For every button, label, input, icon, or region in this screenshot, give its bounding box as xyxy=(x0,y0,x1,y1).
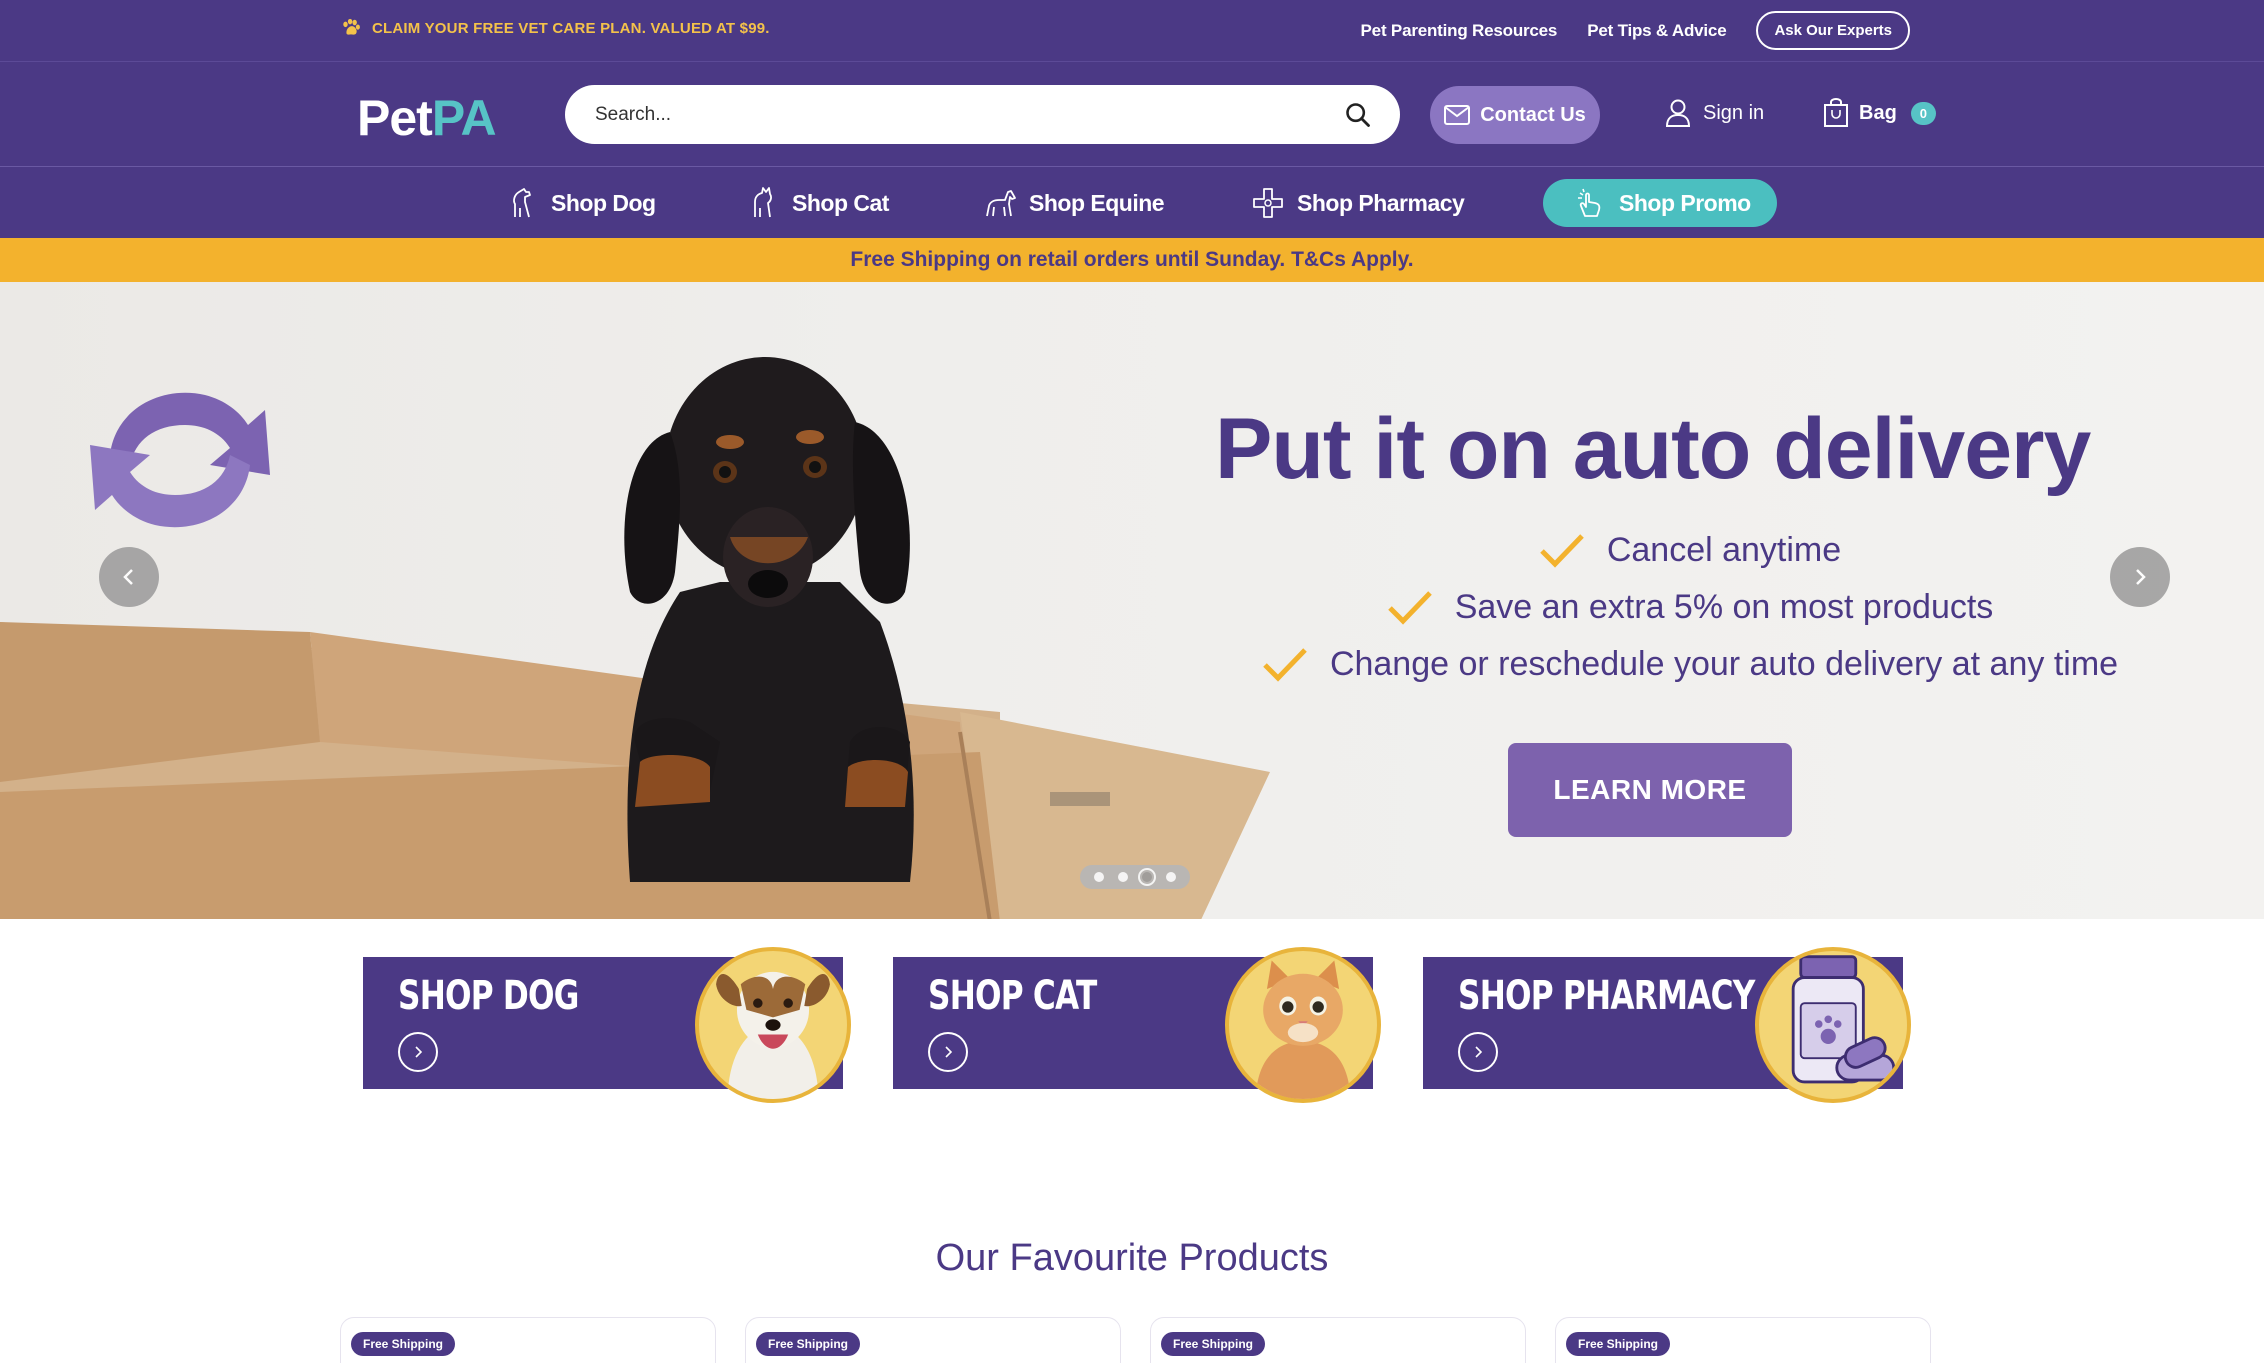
free-shipping-strip[interactable]: Free Shipping on retail orders until Sun… xyxy=(0,238,2264,282)
sign-in-link[interactable]: Sign in xyxy=(1665,98,1764,128)
nav-shop-equine[interactable]: Shop Equine xyxy=(983,179,1165,227)
hero-benefits-list: Cancel anytime Save an extra 5% on most … xyxy=(1230,522,2150,693)
nav-shop-cat-label: Shop Cat xyxy=(792,189,889,216)
cat-icon xyxy=(754,187,772,218)
ask-our-experts-button[interactable]: Ask Our Experts xyxy=(1756,11,1910,50)
carousel-pagination xyxy=(1080,865,1190,889)
orange-kitten-image xyxy=(1255,960,1351,1099)
pet-tips-advice-link[interactable]: Pet Tips & Advice xyxy=(1587,21,1726,41)
dog-photo xyxy=(695,947,851,1103)
shopping-bag-icon xyxy=(1824,98,1848,127)
petpa-logo[interactable]: Pet PA xyxy=(357,89,497,147)
free-shipping-badge: Free Shipping xyxy=(1566,1332,1671,1356)
vet-care-claim-text: CLAIM YOUR FREE VET CARE PLAN. VALUED AT… xyxy=(372,19,770,37)
tap-hand-icon xyxy=(1578,188,1601,217)
pharmacy-cross-icon xyxy=(1253,188,1283,218)
checkmark-icon xyxy=(1387,590,1432,625)
search-icon[interactable] xyxy=(1344,101,1372,129)
benefit-item: Cancel anytime xyxy=(1230,522,2150,579)
shop-pharmacy-card[interactable]: SHOP PHARMACY xyxy=(1423,947,1911,1103)
jack-russell-image xyxy=(716,971,830,1099)
free-shipping-badge: Free Shipping xyxy=(1161,1332,1266,1356)
shop-dog-arrow-button[interactable] xyxy=(398,1032,438,1072)
contact-us-button[interactable]: Contact Us xyxy=(1430,86,1600,144)
horse-icon xyxy=(986,190,1016,217)
cat-photo xyxy=(1225,947,1381,1103)
hero-carousel: Put it on auto delivery Cancel anytime S… xyxy=(0,282,2264,919)
learn-more-button[interactable]: LEARN MORE xyxy=(1508,743,1792,837)
bag-count-badge: 0 xyxy=(1910,101,1937,125)
shop-pharmacy-arrow-button[interactable] xyxy=(1458,1032,1498,1072)
auto-delivery-refresh-icon xyxy=(90,392,270,528)
favourite-products-heading: Our Favourite Products xyxy=(935,1237,1329,1279)
bag-button[interactable]: Bag 0 xyxy=(1823,98,1937,128)
pet-medicine-bottle-image xyxy=(1791,955,1896,1084)
search-bar xyxy=(565,85,1400,144)
shop-cat-card[interactable]: SHOP CAT xyxy=(893,947,1381,1103)
carousel-dot-active[interactable] xyxy=(1138,868,1156,886)
nav-shop-cat[interactable]: Shop Cat xyxy=(746,179,889,227)
benefit-text: Cancel anytime xyxy=(1606,531,1842,569)
contact-us-label: Contact Us xyxy=(1480,103,1586,126)
announcement-bar: CLAIM YOUR FREE VET CARE PLAN. VALUED AT… xyxy=(0,0,2264,62)
nav-shop-dog[interactable]: Shop Dog xyxy=(505,179,656,227)
chevron-right-icon xyxy=(415,1046,423,1058)
sign-in-label: Sign in xyxy=(1703,101,1765,124)
product-card[interactable]: Free Shipping xyxy=(340,1317,716,1363)
site-header: PetPA Contact Us Sign in Bag 0 xyxy=(0,62,2264,167)
paw-icon xyxy=(343,18,360,35)
benefit-item: Save an extra 5% on most products xyxy=(1230,579,2150,636)
carousel-prev-button[interactable] xyxy=(99,547,159,607)
logo-pa-text: PA xyxy=(431,90,497,146)
free-shipping-badge: Free Shipping xyxy=(756,1332,861,1356)
nav-shop-pharmacy[interactable]: Shop Pharmacy xyxy=(1251,179,1465,227)
medicine-bottle-icon xyxy=(1755,947,1911,1103)
product-card[interactable]: Free Shipping xyxy=(745,1317,1121,1363)
carousel-next-button[interactable] xyxy=(2110,547,2170,607)
chevron-left-icon xyxy=(123,569,133,585)
free-shipping-badge: Free Shipping xyxy=(351,1332,456,1356)
checkmark-icon xyxy=(1263,647,1307,682)
nav-shop-dog-label: Shop Dog xyxy=(551,189,656,216)
product-card[interactable]: Free Shipping xyxy=(1555,1317,1931,1363)
chevron-right-icon xyxy=(945,1046,953,1058)
nav-shop-equine-label: Shop Equine xyxy=(1029,189,1165,216)
pet-parenting-resources-link[interactable]: Pet Parenting Resources xyxy=(1361,21,1558,41)
vet-care-claim-link[interactable]: CLAIM YOUR FREE VET CARE PLAN. VALUED AT… xyxy=(340,17,770,39)
chevron-right-icon xyxy=(1475,1046,1483,1058)
shop-dog-card[interactable]: SHOP DOG xyxy=(363,947,851,1103)
nav-shop-promo[interactable]: Shop Promo xyxy=(1543,179,1777,227)
benefit-item: Change or reschedule your auto delivery … xyxy=(1230,636,2150,693)
category-nav: Shop Dog Shop Cat Shop Equine Shop Pharm… xyxy=(0,167,2264,238)
shop-pharmacy-title: SHOP PHARMACY xyxy=(1458,973,1755,1019)
shop-cat-arrow-button[interactable] xyxy=(928,1032,968,1072)
checkmark-icon xyxy=(1540,533,1584,568)
dog-icon xyxy=(513,188,531,218)
logo-pet-text: Pet xyxy=(357,90,433,146)
envelope-icon xyxy=(1444,105,1471,125)
shop-cat-title: SHOP CAT xyxy=(928,973,1097,1019)
dachshund-photo xyxy=(624,357,914,882)
benefit-text: Change or reschedule your auto delivery … xyxy=(1329,645,2119,683)
benefit-text: Save an extra 5% on most products xyxy=(1454,588,1994,626)
shop-dog-title: SHOP DOG xyxy=(398,973,579,1019)
search-input[interactable] xyxy=(595,103,1344,126)
hero-title: Put it on auto delivery xyxy=(1215,401,2091,497)
nav-shop-pharmacy-label: Shop Pharmacy xyxy=(1297,189,1465,216)
user-icon xyxy=(1665,99,1691,127)
nav-shop-promo-label: Shop Promo xyxy=(1619,189,1751,216)
bag-label: Bag xyxy=(1859,101,1897,124)
carousel-dot[interactable] xyxy=(1094,872,1104,882)
carousel-dot[interactable] xyxy=(1166,872,1176,882)
product-card[interactable]: Free Shipping xyxy=(1150,1317,1526,1363)
chevron-right-icon xyxy=(2136,569,2146,585)
carousel-dot[interactable] xyxy=(1118,872,1128,882)
